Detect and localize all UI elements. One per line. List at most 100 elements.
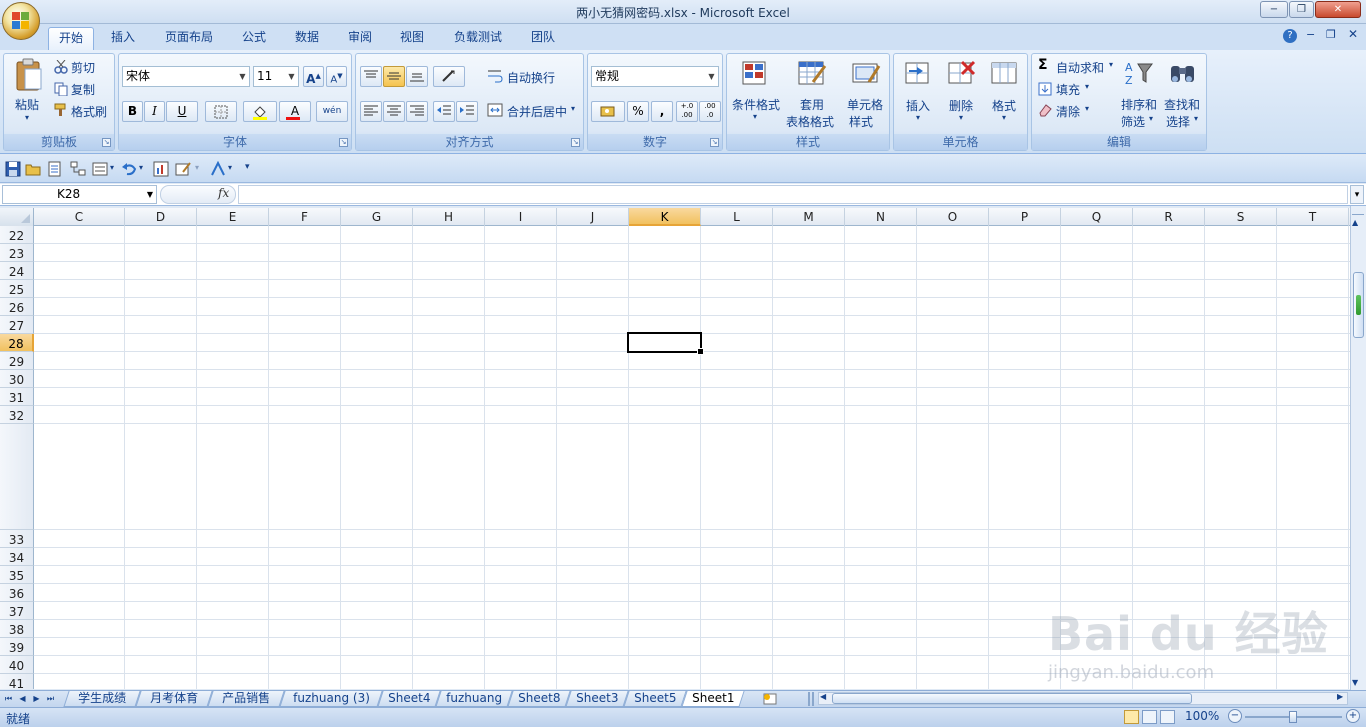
minimize-button[interactable]: − [1260, 1, 1288, 18]
tab-home[interactable]: 开始 [48, 27, 94, 50]
row-header-40[interactable]: 40 [0, 656, 34, 674]
first-sheet-icon[interactable]: ⏮ [3, 692, 14, 706]
font-color-button[interactable]: A [279, 101, 311, 122]
sheet-tab[interactable]: Sheet4 [377, 691, 441, 707]
autosum-dropdown-icon[interactable]: ▾ [1109, 60, 1113, 69]
sheet-tab[interactable]: 产品销售 [207, 691, 285, 707]
row-header-23[interactable]: 23 [0, 244, 34, 262]
page-break-view-icon[interactable] [1160, 710, 1175, 724]
sheet-tab[interactable]: Sheet3 [565, 691, 629, 707]
increase-decimal-button[interactable]: +.0 .00 [676, 101, 698, 122]
decrease-indent-button[interactable] [433, 101, 455, 122]
column-header-n[interactable]: N [845, 208, 917, 226]
column-header-e[interactable]: E [197, 208, 269, 226]
row-header-38[interactable]: 38 [0, 620, 34, 638]
scroll-up-icon[interactable]: ▲ [1352, 218, 1358, 227]
clear-dropdown-icon[interactable]: ▾ [1085, 104, 1089, 113]
fill-color-button[interactable] [243, 101, 277, 122]
formula-input[interactable] [238, 185, 1348, 204]
align-middle-button[interactable] [383, 66, 405, 87]
tab-load-test[interactable]: 负载测试 [446, 27, 510, 50]
edit-icon[interactable] [175, 161, 191, 177]
page-layout-view-icon[interactable] [1142, 710, 1157, 724]
conditional-format-button[interactable]: 条件格式 ▾ [729, 56, 785, 132]
row-header-35[interactable]: 35 [0, 566, 34, 584]
row-header-25[interactable]: 25 [0, 280, 34, 298]
row-header-26[interactable]: 26 [0, 298, 34, 316]
next-sheet-icon[interactable]: ▶ [31, 692, 42, 706]
column-header-l[interactable]: L [701, 208, 773, 226]
sheet-tab[interactable]: Sheet5 [623, 691, 687, 707]
align-top-button[interactable] [360, 66, 382, 87]
bold-button[interactable]: B [122, 101, 143, 122]
row-header-39[interactable]: 39 [0, 638, 34, 656]
column-header-m[interactable]: M [773, 208, 845, 226]
number-launcher-icon[interactable]: ↘ [710, 138, 719, 147]
undo-dropdown-icon[interactable]: ▾ [139, 163, 143, 172]
column-header-c[interactable]: C [34, 208, 125, 226]
column-header-i[interactable]: I [485, 208, 557, 226]
scroll-right-icon[interactable]: ▶ [1337, 692, 1343, 701]
decrease-decimal-button[interactable]: .00 .0 [699, 101, 721, 122]
sheet-tab[interactable]: 月考体育 [135, 691, 213, 707]
shrink-font-button[interactable]: A▼ [326, 66, 347, 87]
tab-review[interactable]: 审阅 [340, 27, 380, 50]
paste-dropdown-icon[interactable]: ▾ [25, 113, 29, 122]
paste-button[interactable]: 粘贴 ▾ [8, 56, 50, 130]
row-header-41[interactable]: 41 [0, 674, 34, 689]
zoom-in-icon[interactable]: + [1346, 709, 1360, 723]
increase-indent-button[interactable] [456, 101, 478, 122]
align-left-button[interactable] [360, 101, 382, 122]
tree-icon[interactable] [70, 161, 86, 177]
tab-data[interactable]: 数据 [287, 27, 327, 50]
print-preview-icon[interactable] [47, 161, 63, 177]
ribbon-close-icon[interactable]: ✕ [1348, 27, 1358, 41]
wrap-text-button[interactable]: 自动换行 [507, 69, 555, 86]
customize-qat-icon[interactable]: ▾ [245, 162, 250, 172]
insert-cells-button[interactable]: 插入 ▾ [898, 56, 938, 132]
column-header-f[interactable]: F [269, 208, 341, 226]
restore-button[interactable]: ❐ [1289, 1, 1314, 18]
open-folder-icon[interactable] [25, 161, 41, 177]
tab-insert[interactable]: 插入 [103, 27, 143, 50]
column-header-t[interactable]: T [1277, 208, 1349, 226]
row-header-36[interactable]: 36 [0, 584, 34, 602]
row-header-28[interactable]: 28 [0, 334, 34, 352]
tab-team[interactable]: 团队 [523, 27, 563, 50]
row-header-30[interactable]: 30 [0, 370, 34, 388]
font-launcher-icon[interactable]: ↘ [339, 138, 348, 147]
format-painter-button[interactable]: 格式刷 [71, 103, 107, 120]
percent-button[interactable]: % [627, 101, 649, 122]
font-size-select[interactable]: 11 ▼ [253, 66, 299, 87]
currency-button[interactable] [591, 101, 625, 122]
align-bottom-button[interactable] [406, 66, 428, 87]
zoom-slider-thumb[interactable] [1289, 711, 1297, 723]
vertical-scroll-thumb[interactable] [1353, 272, 1364, 338]
ribbon-minimize-icon[interactable]: − [1306, 28, 1315, 41]
column-header-k[interactable]: K [629, 208, 701, 226]
grow-font-button[interactable]: A▲ [303, 66, 324, 87]
active-cell[interactable] [627, 332, 704, 355]
tab-view[interactable]: 视图 [392, 27, 432, 50]
autosum-button[interactable]: 自动求和 [1056, 59, 1104, 76]
edit-dropdown-icon[interactable]: ▾ [195, 163, 199, 172]
sort-filter-button[interactable]: AZ 排序和 筛选 ▾ [1118, 56, 1160, 132]
row-header-31[interactable]: 31 [0, 388, 34, 406]
help-icon[interactable]: ? [1283, 29, 1297, 43]
split-box-icon[interactable] [1352, 209, 1364, 215]
office-button[interactable] [2, 2, 40, 40]
sheet-tab[interactable]: Sheet1 [681, 691, 745, 707]
row-header-33[interactable]: 33 [0, 530, 34, 548]
row-header-37[interactable]: 37 [0, 602, 34, 620]
tab-page-layout[interactable]: 页面布局 [155, 27, 223, 50]
row-header-34[interactable]: 34 [0, 548, 34, 566]
insert-function-button[interactable]: fx [218, 186, 229, 200]
orientation-button[interactable] [433, 66, 465, 87]
form-icon[interactable] [92, 161, 108, 177]
tab-split-handle[interactable] [808, 692, 814, 706]
comma-button[interactable]: , [651, 101, 673, 122]
column-header-q[interactable]: Q [1061, 208, 1133, 226]
delete-cells-button[interactable]: 删除 ▾ [941, 56, 981, 132]
align-center-button[interactable] [383, 101, 405, 122]
sheet-tab[interactable]: fuzhuang [435, 691, 513, 707]
